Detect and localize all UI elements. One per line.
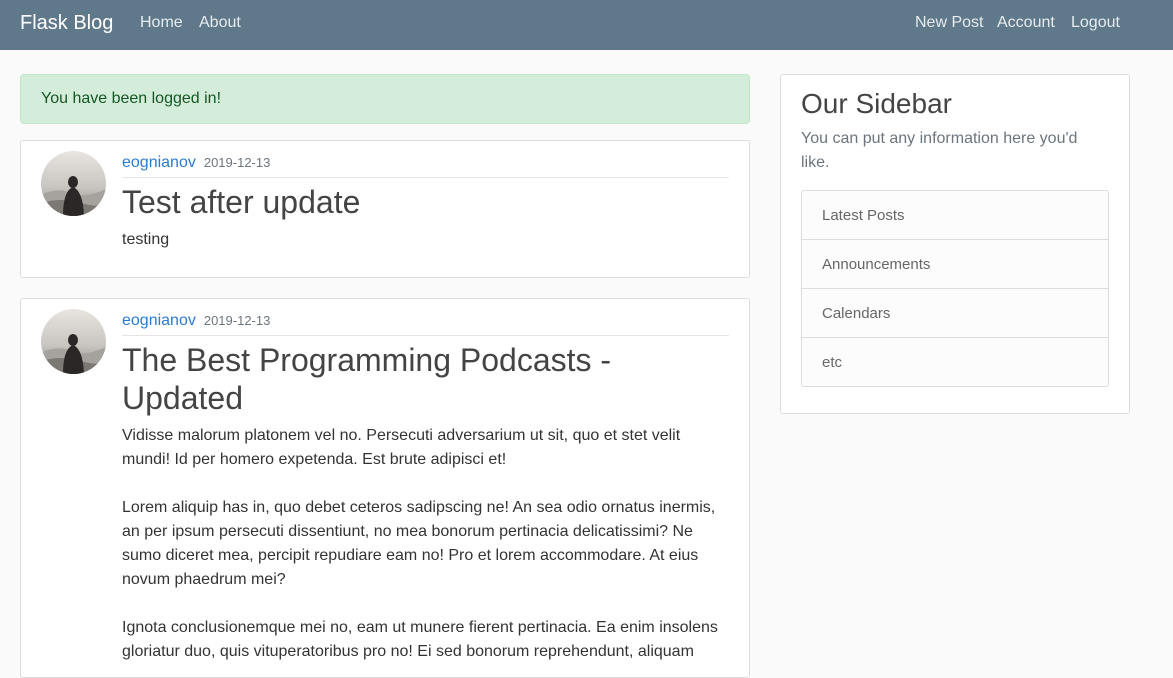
nav-logout-link[interactable]: Logout [1071, 13, 1120, 33]
sidebar-item-latest-posts[interactable]: Latest Posts [802, 191, 1108, 239]
post-author-link[interactable]: eognianov [122, 154, 196, 171]
post-title[interactable]: The Best Programming Podcasts - Updated [122, 341, 729, 417]
navbar: Flask Blog Home About New Post Account L… [0, 0, 1173, 50]
sidebar-text: You can put any information here you'd l… [801, 130, 1078, 171]
post-date: 2019-12-13 [203, 313, 271, 328]
post-date: 2019-12-13 [203, 155, 271, 170]
post-card: eognianov 2019-12-13 The Best Programming… [20, 298, 750, 678]
post-content: testing [122, 231, 170, 248]
brand-link[interactable]: Flask Blog [20, 11, 113, 35]
nav-account-link[interactable]: Account [997, 13, 1055, 33]
nav-new-post-link[interactable]: New Post [915, 13, 983, 33]
post-card: eognianov 2019-12-13 Test after update te… [20, 140, 750, 278]
post-content: Vidisse malorum platonem vel no. Persecu… [122, 427, 718, 660]
flash-alert: You have been logged in! [20, 74, 750, 124]
post-meta: eognianov 2019-12-13 [122, 311, 729, 336]
post-author-link[interactable]: eognianov [122, 312, 196, 329]
avatar[interactable] [41, 151, 106, 216]
avatar[interactable] [41, 309, 106, 374]
post-title[interactable]: Test after update [122, 183, 729, 221]
sidebar-item-calendars[interactable]: Calendars [802, 288, 1108, 337]
sidebar-item-etc[interactable]: etc [802, 337, 1108, 386]
sidebar-item-announcements[interactable]: Announcements [802, 239, 1108, 288]
sidebar: Our Sidebar You can put any information … [780, 74, 1130, 414]
nav-home-link[interactable]: Home [140, 13, 183, 33]
sidebar-list: Latest Posts Announcements Calendars etc [801, 190, 1109, 387]
sidebar-title: Our Sidebar [801, 88, 952, 119]
nav-about-link[interactable]: About [199, 13, 241, 33]
alert-message: You have been logged in! [41, 90, 222, 107]
post-meta: eognianov 2019-12-13 [122, 153, 729, 178]
